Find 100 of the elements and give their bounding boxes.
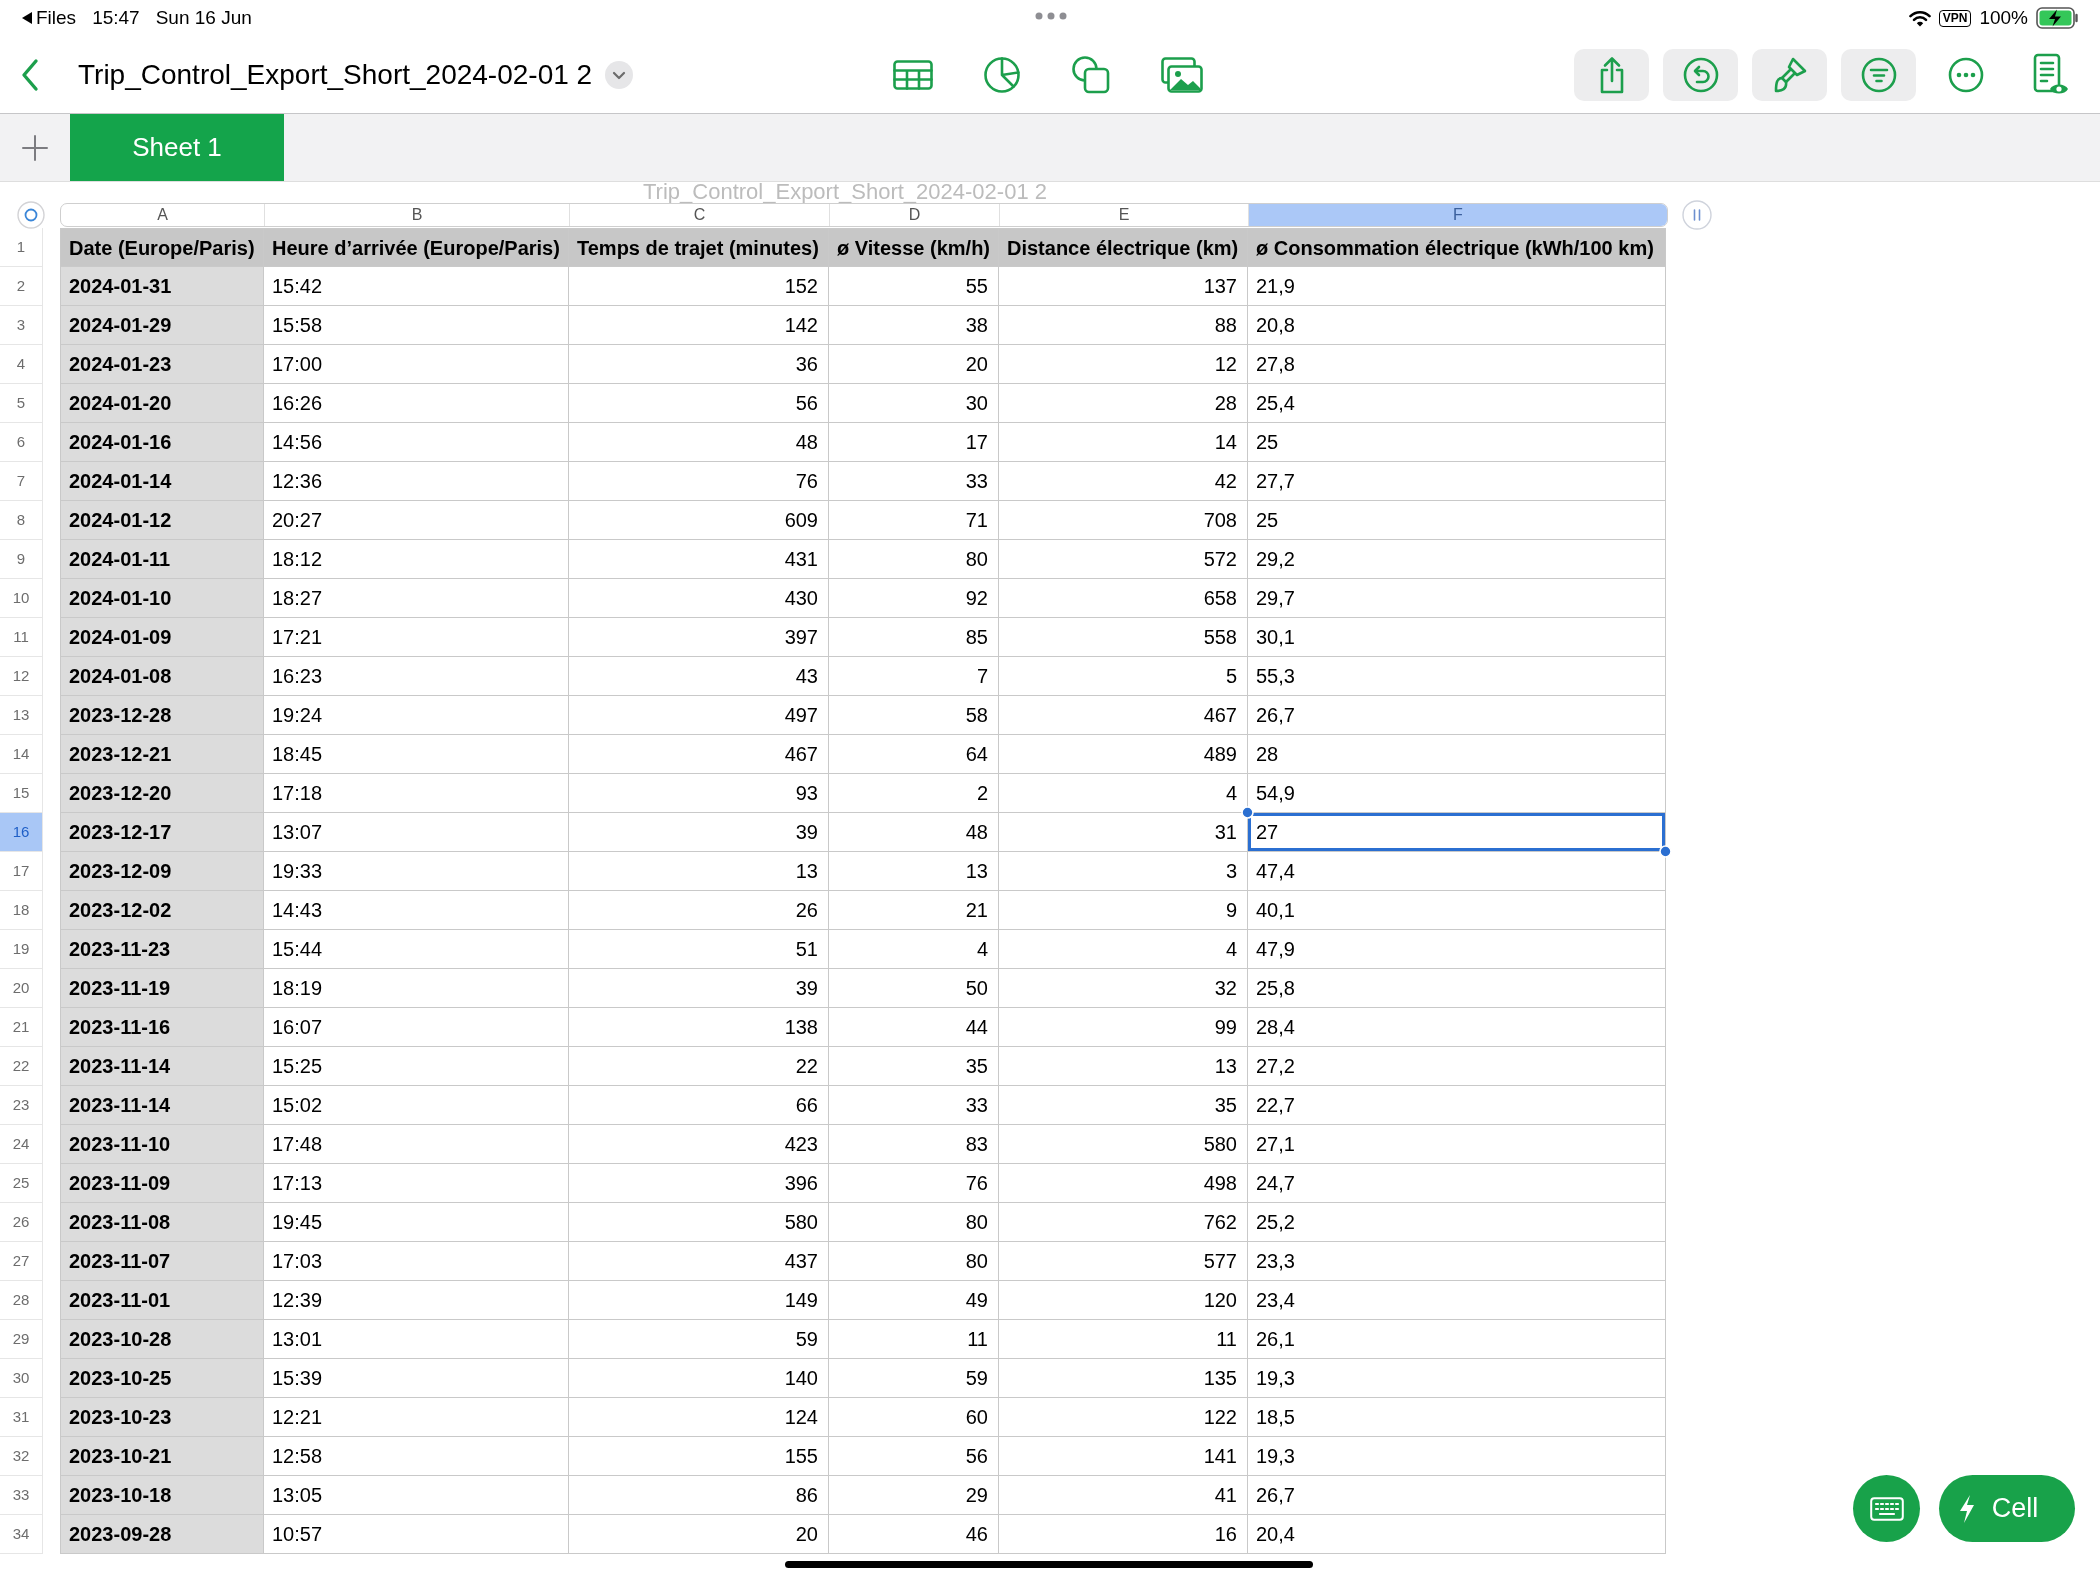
row-number[interactable]: 26 (0, 1203, 43, 1242)
table-cell-text: 430 (783, 586, 819, 611)
table-cell-text: 17:48 (271, 1132, 324, 1157)
table-cell-text: 55 (964, 274, 989, 299)
table-cell-text: 19,3 (1255, 1444, 1296, 1469)
row-number[interactable]: 23 (0, 1086, 43, 1125)
row-number[interactable]: 10 (0, 579, 43, 618)
table-cell-text: 25 (1255, 430, 1280, 455)
table-cell-text: 135 (1202, 1366, 1238, 1391)
table-cell-text: 2023-10-28 (68, 1327, 173, 1352)
share-button[interactable] (1574, 48, 1649, 101)
table-cell-text: 32 (1213, 976, 1238, 1001)
undo-button[interactable] (1663, 48, 1738, 101)
row-number[interactable]: 34 (0, 1515, 43, 1554)
row-number[interactable]: 11 (0, 618, 43, 657)
table-cell-text: 21,9 (1255, 274, 1296, 299)
row-number[interactable]: 31 (0, 1398, 43, 1437)
row-number[interactable]: 8 (0, 501, 43, 540)
table-cell-text: 88 (1213, 313, 1238, 338)
status-date: Sun 16 Jun (155, 5, 252, 30)
row-number[interactable]: 22 (0, 1047, 43, 1086)
table-cell-text: 572 (1202, 547, 1238, 572)
table-cell-text: 33 (964, 469, 989, 494)
shapes-icon[interactable] (1071, 54, 1112, 95)
column-header: ø Vitesse (km/h) (836, 235, 992, 261)
row-number[interactable]: 16 (0, 813, 43, 852)
table-cell-text: 15:25 (271, 1054, 324, 1079)
column-header: Temps de trajet (minutes) (576, 235, 820, 261)
selection-handle-icon[interactable] (1659, 845, 1672, 858)
table-cell-text: 152 (783, 274, 819, 299)
table-cell-text: 25,8 (1255, 976, 1296, 1001)
column-letter[interactable]: A (61, 203, 265, 226)
back-chevron-icon[interactable] (20, 57, 40, 92)
pie-chart-icon[interactable] (983, 55, 1022, 94)
column-letter[interactable]: F (1249, 203, 1667, 226)
table-cell-text: 142 (783, 313, 819, 338)
multitasking-dots-icon[interactable] (1035, 12, 1067, 20)
column-letter[interactable]: B (265, 203, 570, 226)
row-number[interactable]: 19 (0, 930, 43, 969)
back-triangle-icon[interactable] (22, 12, 32, 24)
table-cell-text: 13:05 (271, 1483, 324, 1508)
row-number[interactable]: 28 (0, 1281, 43, 1320)
table-cell-text: 18:45 (271, 742, 324, 767)
plus-icon[interactable] (22, 134, 48, 161)
document-title[interactable]: Trip_Control_Export_Short_2024-02-01 2 (78, 53, 593, 96)
row-number[interactable]: 20 (0, 969, 43, 1008)
more-icon[interactable] (1948, 56, 1984, 93)
column-letter[interactable]: C (570, 203, 830, 226)
media-icon[interactable] (1161, 56, 1204, 93)
battery-charging-icon (2036, 7, 2080, 29)
table-cell-text: 50 (964, 976, 989, 1001)
row-number[interactable]: 9 (0, 540, 43, 579)
table-cell-text: 19:45 (271, 1210, 324, 1235)
row-number[interactable]: 2 (0, 267, 43, 306)
row-number[interactable]: 30 (0, 1359, 43, 1398)
row-number[interactable]: 18 (0, 891, 43, 930)
table-cell-text: 83 (964, 1132, 989, 1157)
table-cell-text: 19,3 (1255, 1366, 1296, 1391)
column-letter[interactable]: D (830, 203, 1000, 226)
table-cell-text: 4 (975, 937, 989, 962)
row-number[interactable]: 17 (0, 852, 43, 891)
table-cell-text: 42 (1213, 469, 1238, 494)
table-cell-text: 2024-01-31 (68, 274, 173, 299)
row-number[interactable]: 7 (0, 462, 43, 501)
table-cell-text: 9 (1224, 898, 1238, 923)
title-dropdown-icon[interactable] (605, 60, 634, 89)
row-number[interactable]: 1 (0, 228, 43, 267)
row-number[interactable]: 13 (0, 696, 43, 735)
row-number[interactable]: 21 (0, 1008, 43, 1047)
selection-handle-icon[interactable] (1241, 806, 1254, 819)
table-cell-text: 80 (964, 1210, 989, 1235)
table-cell-text: 2023-12-20 (68, 781, 173, 806)
table-cell-text: 51 (794, 937, 819, 962)
row-number[interactable]: 32 (0, 1437, 43, 1476)
row-number[interactable]: 6 (0, 423, 43, 462)
table-cell-text: 141 (1202, 1444, 1238, 1469)
row-number[interactable]: 29 (0, 1320, 43, 1359)
sheet-tab[interactable]: Sheet 1 (70, 114, 284, 181)
row-number[interactable]: 27 (0, 1242, 43, 1281)
row-number[interactable]: 12 (0, 657, 43, 696)
row-number[interactable]: 14 (0, 735, 43, 774)
table-cell-text: 467 (1202, 703, 1238, 728)
table-cell-text: 17:18 (271, 781, 324, 806)
organize-button[interactable] (1841, 48, 1916, 101)
table-cell-text: 19:33 (271, 859, 324, 884)
row-number[interactable]: 3 (0, 306, 43, 345)
wifi-icon (1908, 9, 1931, 27)
row-number[interactable]: 5 (0, 384, 43, 423)
row-number[interactable]: 33 (0, 1476, 43, 1515)
table-cell-text: 2023-10-25 (68, 1366, 173, 1391)
row-number[interactable]: 25 (0, 1164, 43, 1203)
row-number[interactable]: 24 (0, 1125, 43, 1164)
column-resize-handle-icon[interactable] (1682, 199, 1712, 230)
format-button[interactable] (1752, 48, 1827, 101)
cell-actions-button[interactable]: Cell (1939, 1475, 2075, 1542)
back-link[interactable]: Files (36, 3, 77, 33)
table-icon[interactable] (893, 59, 934, 90)
filter-lines-icon (1860, 56, 1897, 93)
select-all-icon[interactable] (17, 200, 45, 229)
row-number[interactable]: 4 (0, 345, 43, 384)
